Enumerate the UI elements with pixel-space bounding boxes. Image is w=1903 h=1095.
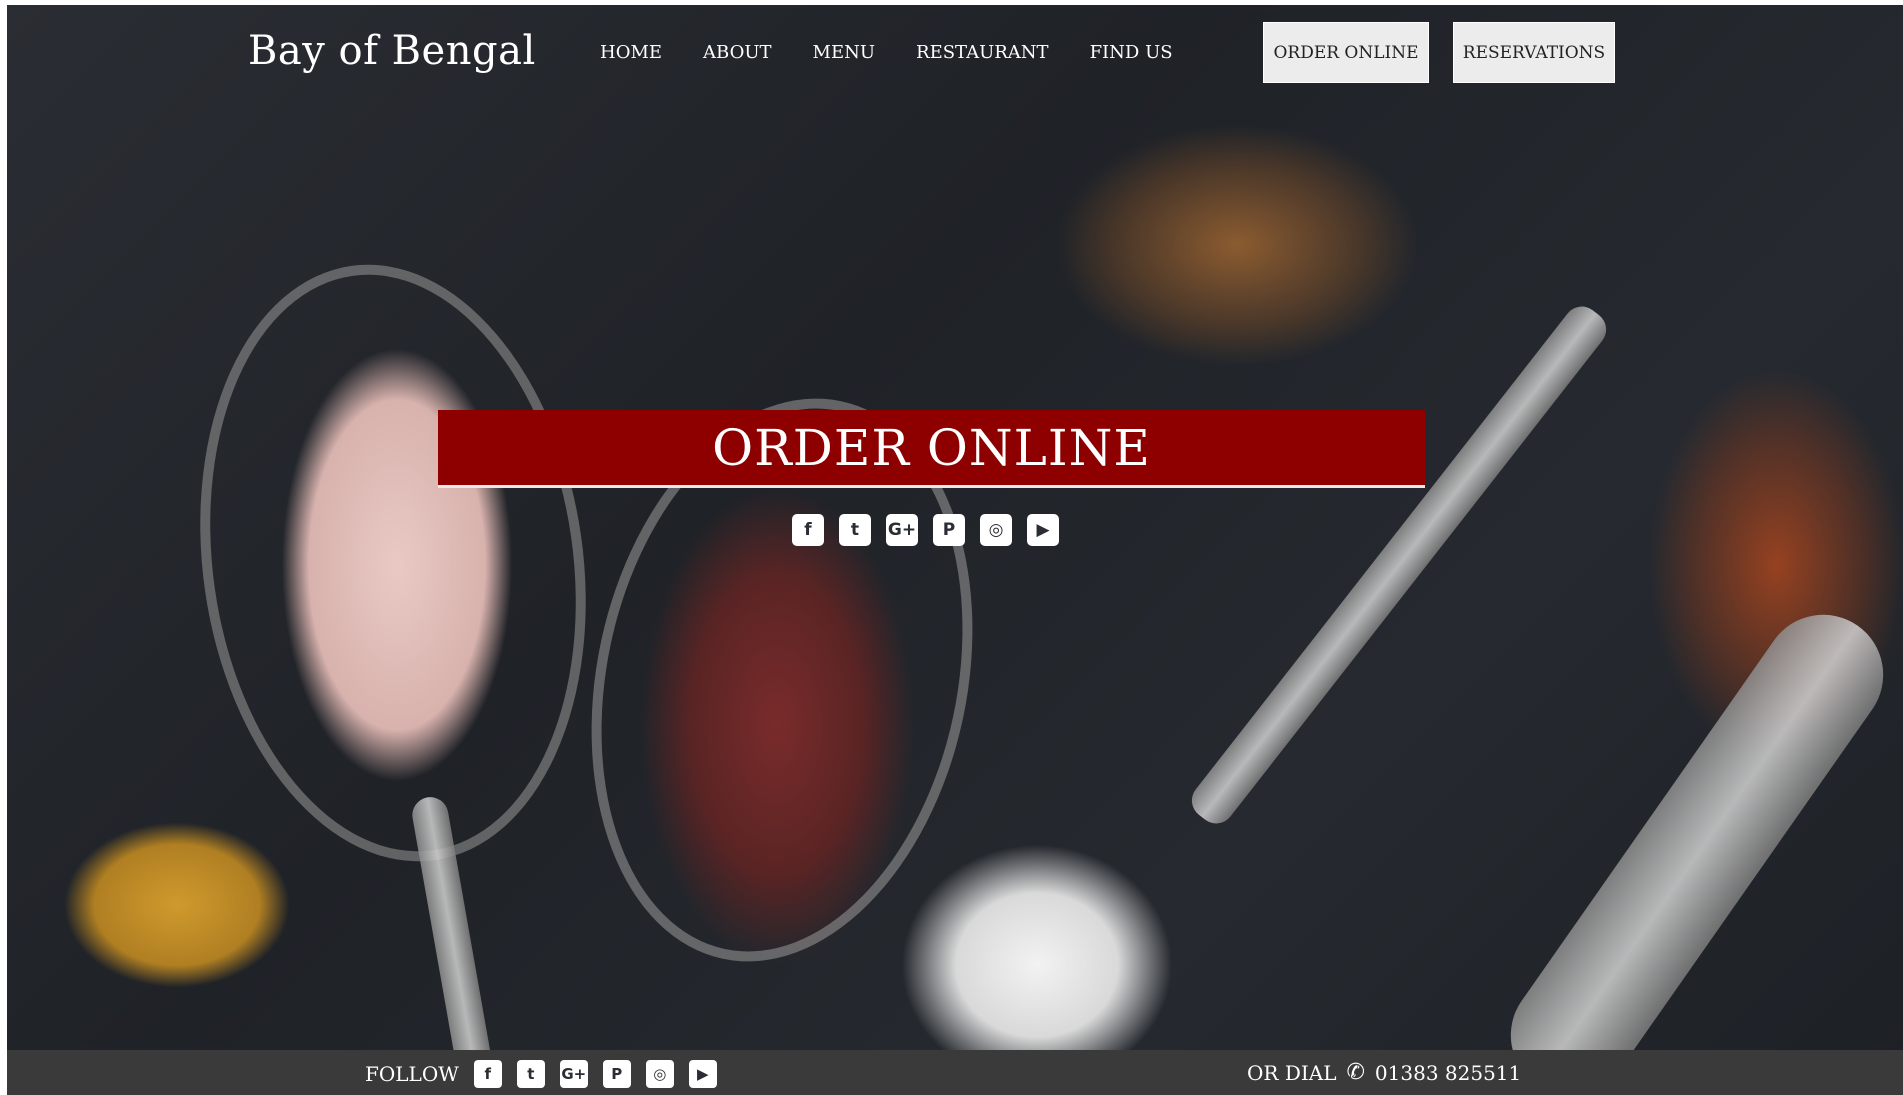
instagram-icon[interactable]: ◎: [980, 514, 1012, 546]
nav-restaurant[interactable]: RESTAURANT: [916, 42, 1049, 63]
dial-section: OR DIAL ✆ 01383 825511: [1247, 1060, 1521, 1085]
hero-background: [7, 5, 1903, 1090]
phone-number[interactable]: 01383 825511: [1375, 1061, 1521, 1085]
google-plus-icon[interactable]: G+: [886, 514, 918, 546]
spoon-handle: [1184, 299, 1614, 831]
instagram-icon[interactable]: ◎: [645, 1060, 674, 1088]
nav-about[interactable]: ABOUT: [703, 42, 772, 63]
spoon-handle: [1487, 591, 1903, 1090]
twitter-icon[interactable]: t: [839, 514, 871, 546]
hero-social-icons: f t G+ P ◎ ▶: [792, 514, 1059, 546]
follow-section: FOLLOW f t G+ P ◎ ▶: [365, 1060, 717, 1088]
facebook-icon[interactable]: f: [792, 514, 824, 546]
order-online-button[interactable]: ORDER ONLINE: [1263, 22, 1429, 83]
reservations-button[interactable]: RESERVATIONS: [1453, 22, 1615, 83]
nav-find-us[interactable]: FIND US: [1090, 42, 1173, 63]
nav-home[interactable]: HOME: [600, 42, 662, 63]
follow-label: FOLLOW: [365, 1062, 459, 1086]
youtube-icon[interactable]: ▶: [1027, 514, 1059, 546]
google-plus-icon[interactable]: G+: [559, 1060, 588, 1088]
main-nav: HOME ABOUT MENU RESTAURANT FIND US: [600, 42, 1214, 63]
salt-spoon: [163, 239, 623, 887]
nav-menu[interactable]: MENU: [813, 42, 876, 63]
youtube-icon[interactable]: ▶: [688, 1060, 717, 1088]
pinterest-icon[interactable]: P: [933, 514, 965, 546]
pinterest-icon[interactable]: P: [602, 1060, 631, 1088]
footer-bar: FOLLOW f t G+ P ◎ ▶ OR DIAL ✆ 01383 8255…: [7, 1050, 1903, 1095]
facebook-icon[interactable]: f: [473, 1060, 502, 1088]
site-logo[interactable]: Bay of Bengal: [248, 28, 536, 74]
order-online-banner[interactable]: ORDER ONLINE: [438, 410, 1425, 488]
twitter-icon[interactable]: t: [516, 1060, 545, 1088]
dial-label: OR DIAL: [1247, 1060, 1337, 1085]
phone-icon: ✆: [1346, 1060, 1365, 1085]
